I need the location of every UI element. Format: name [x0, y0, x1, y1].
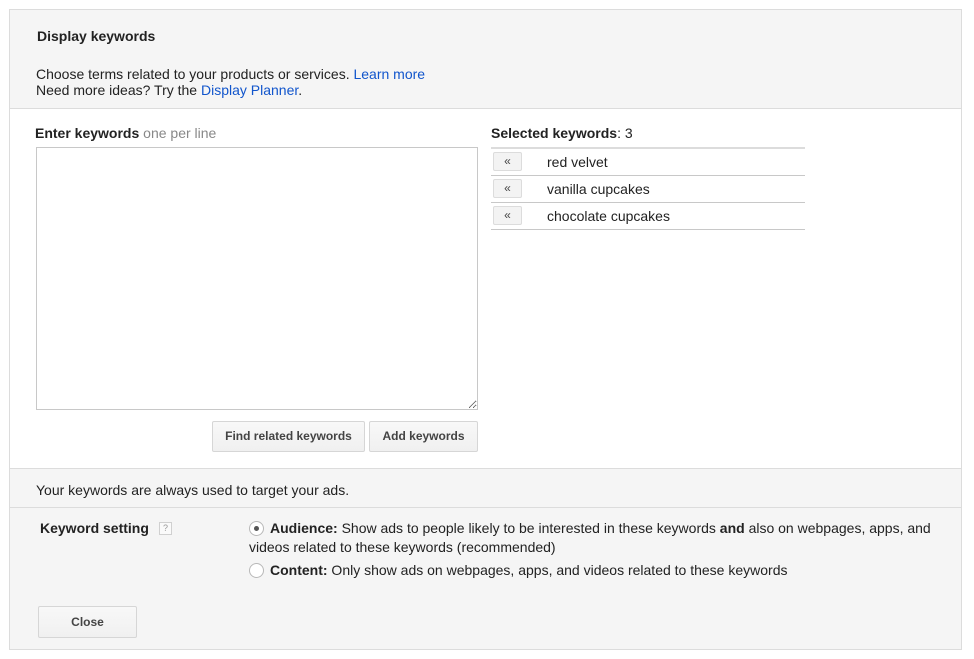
selected-keyword-text: chocolate cupcakes	[547, 208, 670, 224]
selected-keywords-count: : 3	[617, 125, 633, 141]
targeting-notice: Your keywords are always used to target …	[10, 469, 961, 508]
audience-option-desc-bold: and	[719, 520, 745, 536]
remove-keyword-button[interactable]: «	[493, 179, 522, 198]
selected-keywords-list: « red velvet « vanilla cupcakes « chocol…	[491, 147, 805, 230]
remove-keyword-button[interactable]: «	[493, 206, 522, 225]
selected-keyword-text: red velvet	[547, 154, 608, 170]
selected-keyword-item: « red velvet	[491, 149, 805, 176]
double-chevron-left-icon: «	[504, 208, 511, 222]
find-related-keywords-button[interactable]: Find related keywords	[212, 421, 365, 452]
remove-keyword-button[interactable]: «	[493, 152, 522, 171]
keyword-editor: Enter keywords one per line Find related…	[10, 109, 961, 469]
audience-option[interactable]: Audience: Show ads to people likely to b…	[249, 519, 939, 557]
display-keywords-dialog: Display keywords Choose terms related to…	[9, 9, 962, 650]
content-option-desc: Only show ads on webpages, apps, and vid…	[327, 562, 788, 578]
audience-option-desc: Show ads to people likely to be interest…	[337, 520, 720, 536]
intro-text: Choose terms related to your products or…	[36, 66, 425, 98]
display-planner-link[interactable]: Display Planner	[201, 82, 298, 98]
add-keywords-button[interactable]: Add keywords	[369, 421, 478, 452]
double-chevron-left-icon: «	[504, 154, 511, 168]
intro-line2-prefix: Need more ideas? Try the	[36, 82, 198, 98]
double-chevron-left-icon: «	[504, 181, 511, 195]
selected-keywords-title: Selected keywords	[491, 125, 618, 141]
content-radio[interactable]	[249, 563, 264, 578]
content-option[interactable]: Content: Only show ads on webpages, apps…	[249, 561, 939, 580]
enter-keywords-label: Enter keywords one per line	[35, 125, 216, 141]
learn-more-link[interactable]: Learn more	[353, 66, 425, 82]
audience-option-title: Audience:	[270, 520, 338, 536]
intro-line2-suffix: .	[298, 82, 303, 98]
selected-keywords-label: Selected keywords: 3	[491, 125, 633, 141]
enter-keywords-hint: one per line	[143, 125, 217, 141]
keywords-textarea[interactable]	[36, 147, 478, 410]
selected-keyword-text: vanilla cupcakes	[547, 181, 650, 197]
close-button[interactable]: Close	[38, 606, 137, 638]
keyword-setting-section: Keyword setting ? Audience: Show ads to …	[10, 508, 961, 649]
keyword-setting-label: Keyword setting	[40, 520, 149, 536]
help-question-icon[interactable]: ?	[159, 522, 172, 535]
dialog-title: Display keywords	[37, 28, 156, 44]
targeting-notice-text: Your keywords are always used to target …	[36, 482, 350, 498]
intro-line1: Choose terms related to your products or…	[36, 66, 350, 82]
dialog-header: Display keywords Choose terms related to…	[10, 10, 961, 109]
enter-keywords-title: Enter keywords	[35, 125, 140, 141]
content-option-title: Content:	[270, 562, 328, 578]
selected-keyword-item: « chocolate cupcakes	[491, 203, 805, 230]
audience-radio[interactable]	[249, 521, 264, 536]
selected-keyword-item: « vanilla cupcakes	[491, 176, 805, 203]
